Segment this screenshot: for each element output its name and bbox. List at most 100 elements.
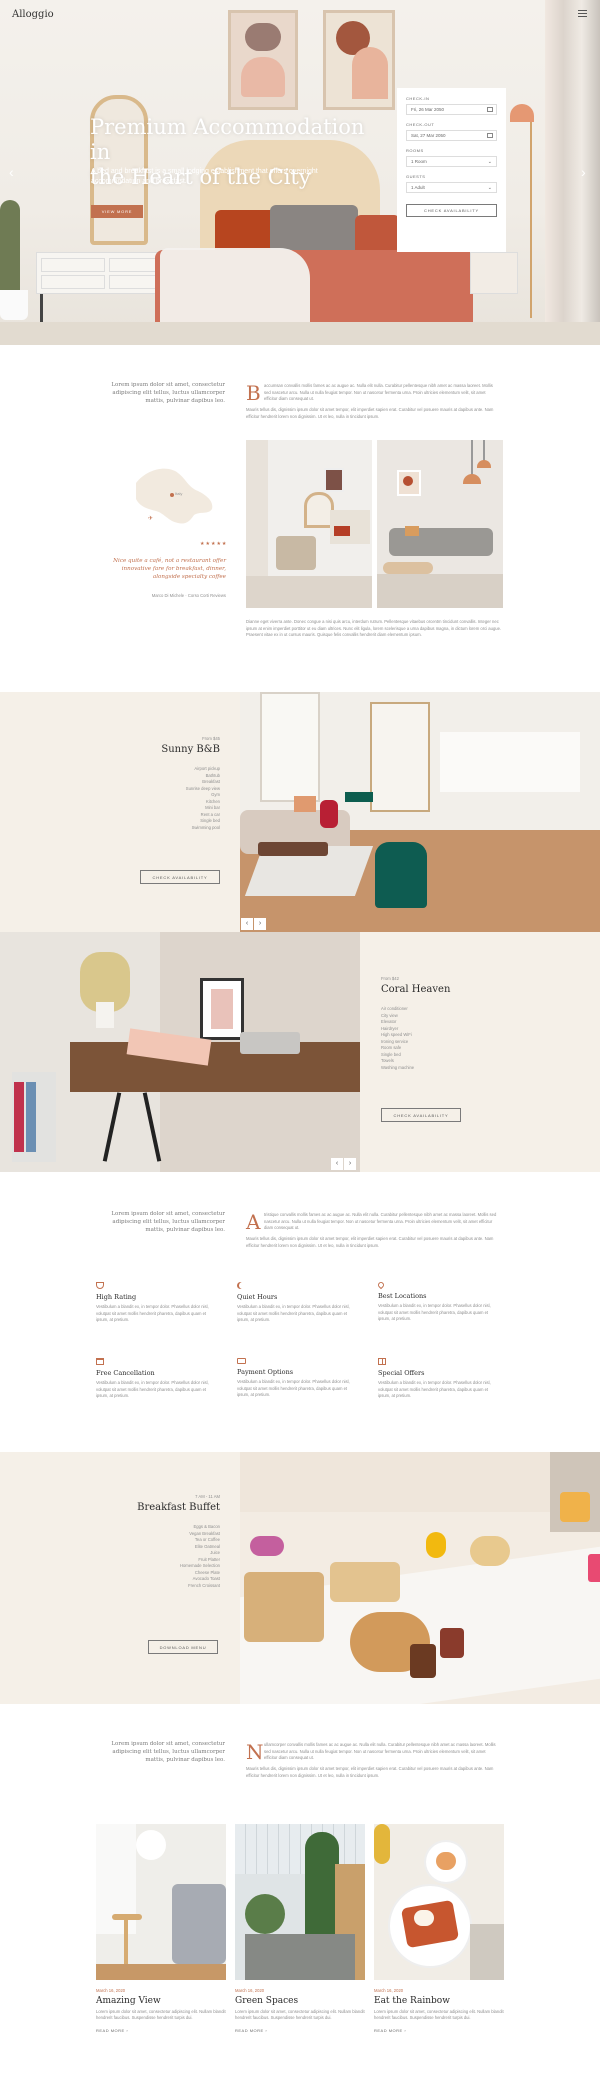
post-title[interactable]: Green Spaces	[235, 1996, 365, 2006]
blog-post[interactable]: March 16, 2020 Green Spaces Lorem ipsum …	[235, 1824, 365, 2033]
wall-art-right	[323, 10, 395, 110]
feature-title: Payment Options	[237, 1368, 294, 1376]
hero-title-line1: Premium Accommodation in	[90, 115, 365, 164]
map-pin-icon	[376, 1280, 386, 1290]
rooms-value: 1 Room	[411, 159, 427, 164]
moon-icon	[239, 1282, 246, 1289]
trophy-icon	[96, 1282, 104, 1289]
post-image[interactable]	[235, 1824, 365, 1980]
map-shape	[136, 468, 213, 524]
blog-post[interactable]: March 16, 2020 Amazing View Lorem ipsum …	[96, 1824, 226, 2033]
feature-text: Vestibulum a blandit ex, in tempor dolor…	[96, 1304, 209, 1322]
room-features: Air conditioner City view Elevator Haird…	[381, 1006, 481, 1071]
room-price: From $45	[202, 736, 220, 741]
intro-section: Lorem ipsum dolor sit amet, consectetur …	[0, 345, 600, 692]
room-photo-2	[377, 440, 503, 608]
feature-card: Quiet Hours Vestibulum a blandit ex, in …	[237, 1282, 359, 1324]
side-badge[interactable]	[588, 1554, 600, 1582]
review-quote: Nice quite a café, not a restaurant offe…	[113, 558, 226, 580]
download-menu-button[interactable]: Download Menu	[148, 1640, 218, 1654]
map-label: Italy	[175, 491, 183, 496]
checkin-label: Check-in	[406, 96, 430, 101]
check-availability-button[interactable]: Check Availability	[381, 1108, 461, 1122]
room-name[interactable]: Sunny B&B	[120, 744, 220, 755]
post-date: March 16, 2020	[96, 1988, 126, 1993]
read-more-link[interactable]: Read More ›	[374, 2028, 504, 2033]
curtain	[545, 0, 600, 345]
blog-post[interactable]: March 16, 2020 Eat the Rainbow Lorem ips…	[374, 1824, 504, 2033]
feature-card: Payment Options Vestibulum a blandit ex,…	[237, 1358, 359, 1399]
review-stars: ★★★★★	[200, 541, 228, 547]
arrow-right-icon: ›	[404, 2027, 407, 2033]
read-more-label: Read More	[235, 2027, 264, 2033]
post-title[interactable]: Eat the Rainbow	[374, 1996, 504, 2006]
intro-paragraph-2: Mauris tellus dis, dignissim ipsum dolor…	[246, 407, 494, 419]
post-excerpt: Lorem ipsum dolor sit amet, consectetur …	[96, 2008, 226, 2021]
room-photo-coral	[0, 932, 360, 1172]
checkout-field[interactable]: Sat, 27 Mar 2050	[406, 130, 497, 141]
map-italy: Italy ✈	[128, 463, 218, 533]
intro-paragraph: accumsan convallis mollis fames ac ac au…	[264, 383, 493, 401]
feature-text: Vestibulum a blandit ex, in tempor dolor…	[96, 1380, 209, 1398]
feature-title: Quiet Hours	[237, 1293, 278, 1301]
checkin-field[interactable]: Fri, 26 Mar 2050	[406, 104, 497, 115]
intro-lead: Lorem ipsum dolor sit amet, consectetur …	[111, 1741, 225, 1763]
blog-intro-section: Lorem ipsum dolor sit amet, consectetur …	[0, 1704, 600, 1824]
post-image[interactable]	[96, 1824, 226, 1980]
slider-next-button[interactable]: ›	[344, 1158, 356, 1170]
post-excerpt: Lorem ipsum dolor sit amet, consectetur …	[374, 2008, 504, 2021]
dropcap: N	[246, 1740, 264, 1764]
rooms-select[interactable]: 1 Room ⌄	[406, 156, 497, 167]
chevron-down-icon: ⌄	[487, 185, 492, 191]
breakfast-photo	[240, 1452, 600, 1704]
check-availability-button[interactable]: Check Availability	[406, 204, 497, 217]
feature-card: Best Locations Vestibulum a blandit ex, …	[376, 1280, 500, 1323]
slider-prev-button[interactable]: ‹	[331, 1158, 343, 1170]
feature-item: Washing machine	[381, 1064, 415, 1070]
room-name[interactable]: Coral Heaven	[381, 984, 450, 995]
breakfast-title: Breakfast Buffet	[137, 1502, 220, 1513]
slider-prev-button[interactable]: ‹	[241, 918, 253, 930]
check-availability-button[interactable]: Check Availability	[140, 870, 220, 884]
hero-section: Alloggio ‹ › Premium Accommodation in th…	[0, 0, 600, 345]
slider-next-button[interactable]: ›	[254, 918, 266, 930]
checkout-label: Check-out	[406, 122, 435, 127]
booking-form: Check-in Fri, 26 Mar 2050 Check-out Sat,…	[397, 88, 506, 252]
read-more-link[interactable]: Read More ›	[96, 2028, 226, 2033]
feature-text: Vestibulum a blandit ex, in tempor dolor…	[378, 1380, 491, 1398]
feature-title: High Rating	[96, 1293, 137, 1301]
room-section-coral: From $42 Coral Heaven Air conditioner Ci…	[0, 932, 600, 1172]
guests-value: 1 Adult	[411, 185, 425, 190]
room-section-sunny: From $45 Sunny B&B Airport pickup Bathtu…	[0, 692, 600, 932]
plane-icon: ✈	[148, 516, 154, 522]
post-excerpt: Lorem ipsum dolor sit amet, consectetur …	[235, 2008, 365, 2021]
blog-section: March 16, 2020 Amazing View Lorem ipsum …	[0, 1824, 600, 2092]
view-more-button[interactable]: View More	[91, 205, 143, 218]
intro-after-paragraph: Dianne eget viverra ante. Donec congue a…	[246, 619, 502, 637]
read-more-link[interactable]: Read More ›	[235, 2028, 365, 2033]
feature-card: Free Cancellation Vestibulum a blandit e…	[96, 1358, 218, 1400]
post-date: March 16, 2020	[235, 1988, 265, 1993]
feature-item: Swimming pool	[191, 824, 220, 830]
feature-text: Vestibulum a blandit ex, in tempor dolor…	[237, 1304, 350, 1322]
room-photo-1	[246, 440, 372, 608]
intro-lead: Lorem ipsum dolor sit amet, consectetur …	[111, 382, 225, 404]
site-logo[interactable]: Alloggio	[12, 9, 54, 20]
plant	[0, 200, 20, 300]
post-image[interactable]	[374, 1824, 504, 1980]
room-photo-sunny	[240, 692, 600, 932]
review-source: Corso Corti Reviews	[187, 593, 226, 598]
gift-icon	[378, 1358, 386, 1365]
chevron-left-icon[interactable]: ‹	[9, 164, 14, 180]
lamp	[510, 104, 534, 122]
intro-paragraph-2: Mauris tellus dis, dignissim ipsum dolor…	[246, 1236, 494, 1248]
feature-card: High Rating Vestibulum a blandit ex, in …	[96, 1282, 218, 1324]
guests-select[interactable]: 1 Adult ⌄	[406, 182, 497, 193]
calendar-icon	[96, 1358, 104, 1365]
post-title[interactable]: Amazing View	[96, 1996, 226, 2006]
chevron-right-icon[interactable]: ›	[581, 164, 586, 180]
hamburger-icon[interactable]	[578, 10, 587, 17]
feature-text: Vestibulum a blandit ex, in tempor dolor…	[378, 1303, 491, 1321]
feature-text: Vestibulum a blandit ex, in tempor dolor…	[237, 1379, 350, 1397]
wallet-icon	[237, 1358, 246, 1364]
